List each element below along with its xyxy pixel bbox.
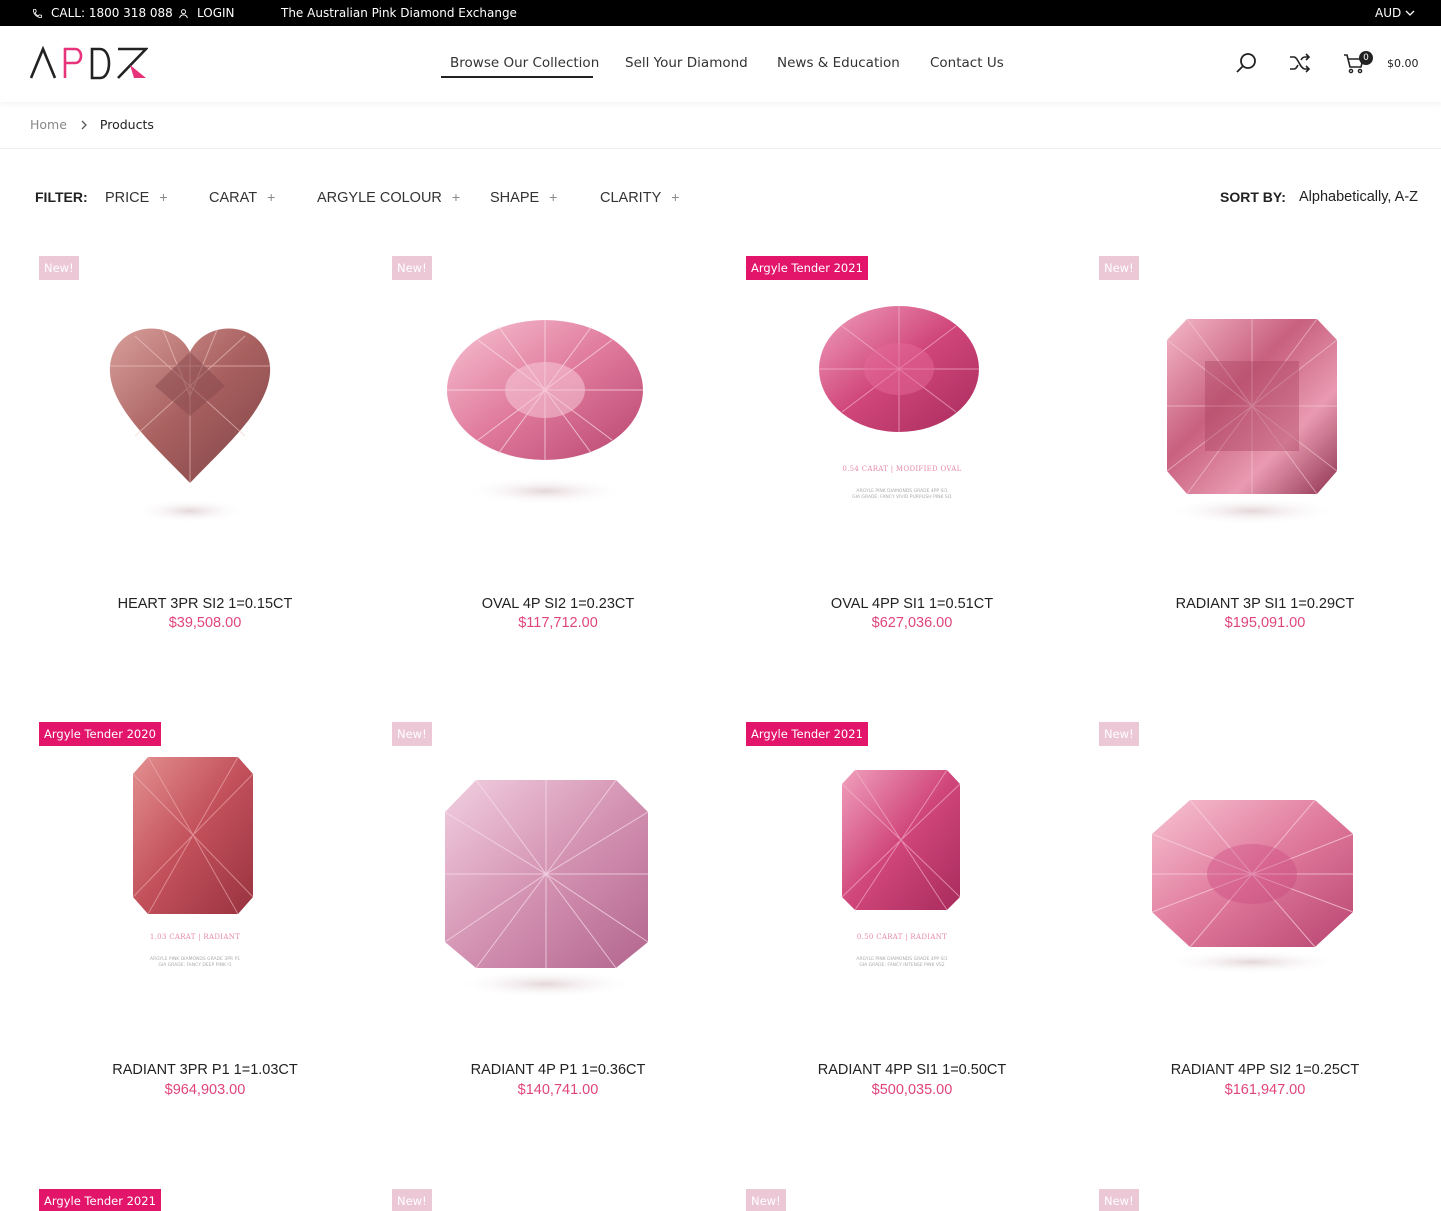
product-card[interactable]: New! — [1095, 1189, 1435, 1211]
product-image-caption-sub: ARGYLE PINK DIAMONDS GRADE 4PP SI1 — [856, 488, 947, 494]
new-badge: New! — [392, 722, 432, 746]
product-price: $140,741.00 — [517, 1082, 599, 1098]
logo[interactable] — [30, 46, 148, 80]
product-image[interactable] — [1095, 722, 1435, 1052]
site-header: Browse Our Collection Sell Your Diamond … — [0, 26, 1441, 102]
sort-select[interactable]: Alphabetically, A-Z — [1299, 189, 1418, 205]
product-price: $117,712.00 — [518, 615, 598, 631]
product-title[interactable]: RADIANT 4PP SI2 1=0.25CT — [1095, 1062, 1435, 1078]
filter-bar: FILTER: PRICE + CARAT + ARGYLE COLOUR + SHA… — [0, 188, 1441, 208]
product-price: $964,903.00 — [164, 1082, 246, 1098]
product-image-caption-sub: GIA GRADE: FANCY VIVID PURPLISH PINK SI1 — [852, 494, 952, 500]
phone-icon — [32, 8, 43, 19]
tagline: The Australian Pink Diamond Exchange — [281, 6, 517, 20]
breadcrumb-home[interactable]: Home — [30, 117, 67, 132]
product-image[interactable] — [388, 256, 728, 586]
product-price: $500,035.00 — [871, 1082, 953, 1098]
top-bar: CALL: 1800 318 088 LOGIN The Australian … — [0, 0, 1441, 26]
plus-icon: + — [451, 189, 461, 205]
product-card[interactable]: Argyle Tender 2021 — [35, 1189, 375, 1211]
product-title[interactable]: RADIANT 3P SI1 1=0.29CT — [1095, 596, 1435, 612]
new-badge: New! — [1099, 1189, 1139, 1211]
tender-badge: Argyle Tender 2021 — [746, 256, 868, 280]
breadcrumb-current: Products — [99, 117, 154, 132]
breadcrumb: Home Products — [30, 117, 154, 132]
tender-badge: Argyle Tender 2021 — [746, 722, 868, 746]
tender-badge: Argyle Tender 2021 — [39, 1189, 161, 1211]
product-title[interactable]: RADIANT 4P P1 1=0.36CT — [388, 1062, 728, 1078]
new-badge: New! — [1099, 722, 1139, 746]
logo-mark — [30, 46, 148, 80]
product-title[interactable]: OVAL 4PP SI1 1=0.51CT — [742, 596, 1082, 612]
product-image-caption-sub: GIA GRADE: FANCY DEEP PINK I1 — [158, 962, 231, 968]
product-price: $161,947.00 — [1224, 1082, 1306, 1098]
product-image[interactable]: 0.54 CARAT | MODIFIED OVAL ARGYLE PINK D… — [742, 256, 1082, 586]
user-icon — [178, 8, 189, 19]
product-image-caption: 1.03 CARAT | RADIANT — [150, 933, 240, 941]
call-link[interactable]: CALL: 1800 318 088 — [32, 0, 173, 26]
new-badge: New! — [392, 1189, 432, 1211]
product-image-caption: 0.54 CARAT | MODIFIED OVAL — [842, 465, 961, 473]
filter-price[interactable]: PRICE + — [105, 189, 168, 206]
filter-argyle-colour[interactable]: ARGYLE COLOUR + — [317, 189, 460, 206]
product-title[interactable]: RADIANT 4PP SI1 1=0.50CT — [742, 1062, 1082, 1078]
shuffle-compare-icon[interactable] — [1287, 50, 1313, 76]
product-price: $195,091.00 — [1224, 615, 1306, 631]
product-card[interactable]: New! — [742, 1189, 1082, 1211]
product-image[interactable]: 0.50 CARAT | RADIANT ARGYLE PINK DIAMOND… — [742, 722, 1082, 1052]
login-link[interactable]: LOGIN — [178, 0, 235, 26]
plus-icon: + — [549, 189, 558, 205]
product-image-caption-sub: ARGYLE PINK DIAMONDS GRADE 4PP SI1 — [856, 956, 947, 962]
product-title[interactable]: RADIANT 3PR P1 1=1.03CT — [35, 1062, 375, 1078]
new-badge: New! — [746, 1189, 786, 1211]
cart-count-badge: 0 — [1359, 51, 1373, 65]
product-image[interactable] — [388, 722, 728, 1052]
phone-label: CALL: 1800 318 088 — [51, 6, 173, 20]
search-icon[interactable] — [1233, 50, 1259, 76]
plus-icon: + — [267, 189, 276, 205]
currency-selector[interactable]: AUD — [1375, 0, 1415, 26]
filter-shape[interactable]: SHAPE + — [490, 189, 557, 206]
product-title[interactable]: OVAL 4P SI2 1=0.23CT — [388, 596, 728, 612]
product-image-caption-sub: GIA GRADE: FANCY INTENSE PINK VS2 — [859, 962, 944, 968]
chevron-down-icon — [1405, 9, 1415, 17]
filter-label: FILTER: — [35, 189, 88, 205]
filter-clarity[interactable]: CLARITY + — [600, 189, 679, 206]
new-badge: New! — [1099, 256, 1139, 280]
filter-carat[interactable]: CARAT + — [209, 189, 275, 206]
product-price: $39,508.00 — [168, 615, 242, 631]
filter-shape-label: SHAPE — [490, 190, 540, 206]
new-badge: New! — [392, 256, 432, 280]
filter-clarity-label: CLARITY — [600, 190, 662, 206]
new-badge: New! — [39, 256, 79, 280]
product-image[interactable] — [35, 256, 375, 586]
filter-argyle-colour-label: ARGYLE COLOUR — [317, 190, 442, 206]
tender-badge: Argyle Tender 2020 — [39, 722, 161, 746]
sort-label: SORT BY: — [1220, 189, 1286, 205]
filter-price-label: PRICE — [105, 190, 150, 206]
product-image[interactable]: 1.03 CARAT | RADIANT ARGYLE PINK DIAMOND… — [35, 722, 375, 1052]
nav-active-indicator — [441, 76, 593, 78]
plus-icon: + — [671, 189, 680, 205]
currency-label: AUD — [1375, 6, 1402, 20]
product-image[interactable] — [1095, 256, 1435, 586]
product-price: $627,036.00 — [871, 615, 953, 631]
chevron-right-icon — [81, 120, 88, 130]
nav-contact-us[interactable]: Contact Us — [930, 55, 1004, 71]
cart-total[interactable]: $0.00 — [1387, 57, 1419, 70]
nav-sell-diamond[interactable]: Sell Your Diamond — [625, 55, 748, 71]
product-image-caption-sub: ARGYLE PINK DIAMONDS GRADE 3PR P1 — [150, 956, 240, 962]
product-image-caption: 0.50 CARAT | RADIANT — [857, 933, 947, 941]
divider — [0, 148, 1441, 149]
filter-carat-label: CARAT — [209, 190, 258, 206]
product-card[interactable]: New! — [388, 1189, 728, 1211]
nav-news-education[interactable]: News & Education — [777, 55, 900, 71]
product-title[interactable]: HEART 3PR SI2 1=0.15CT — [35, 596, 375, 612]
plus-icon: + — [159, 189, 168, 205]
nav-browse-collection[interactable]: Browse Our Collection — [450, 55, 599, 71]
login-label: LOGIN — [197, 6, 235, 20]
